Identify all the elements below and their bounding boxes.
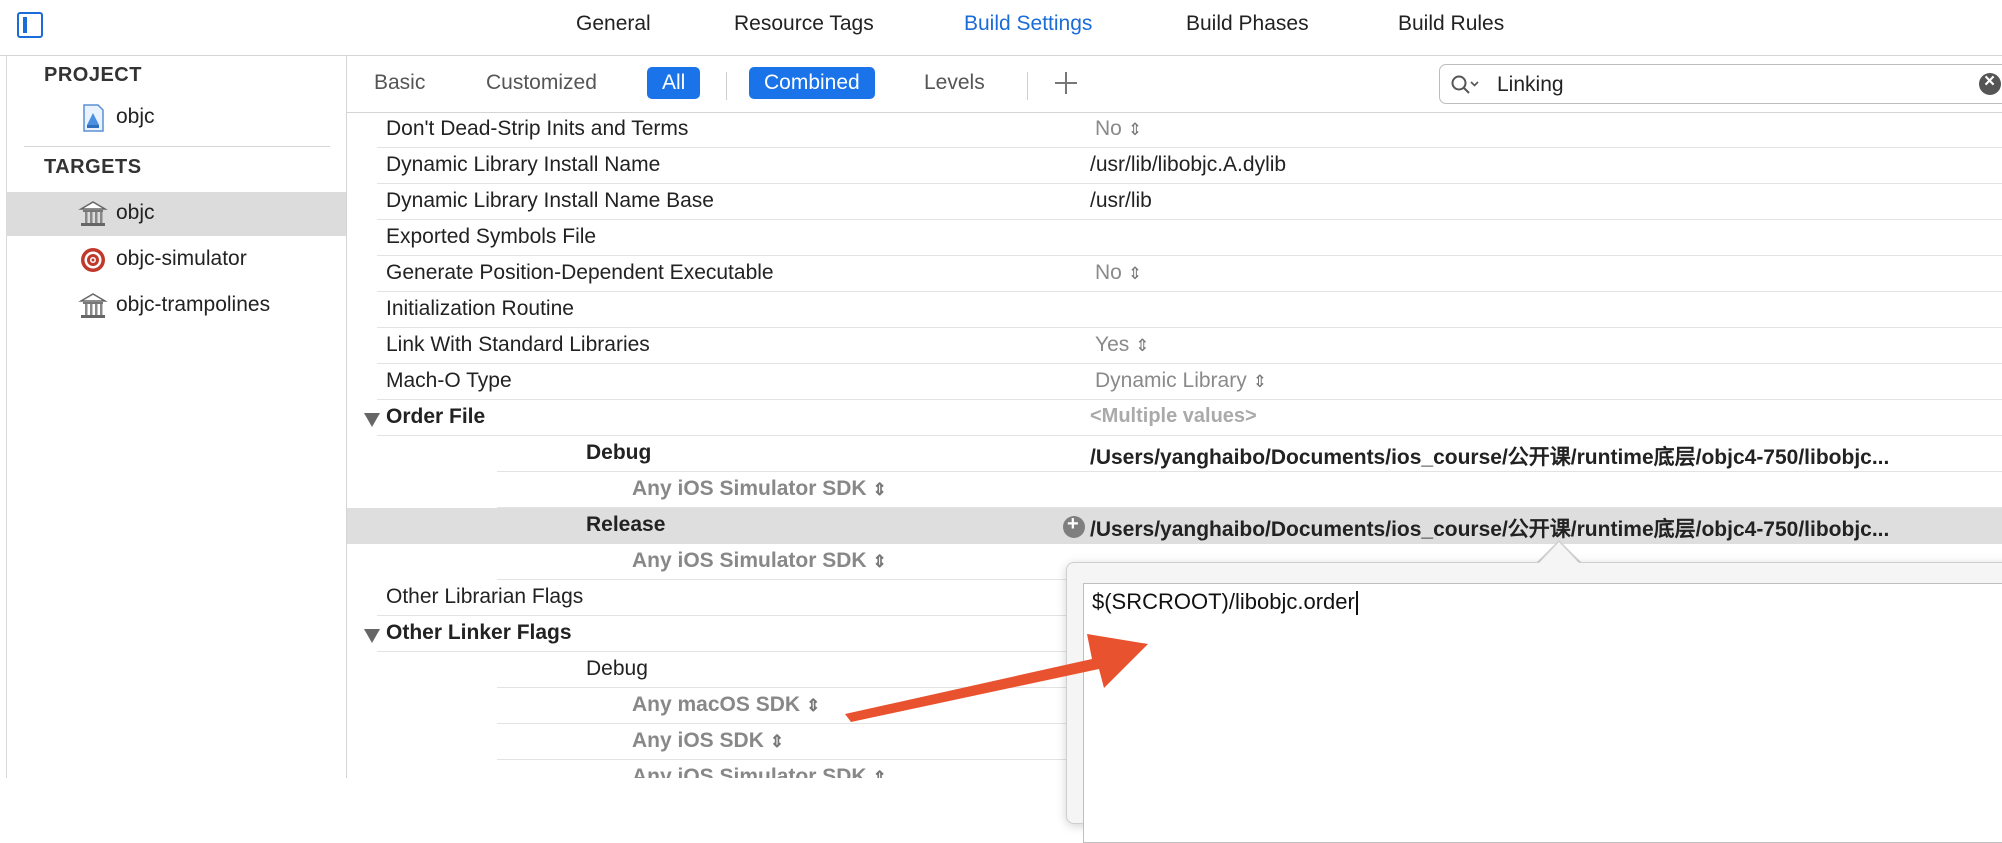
setting-name: Other Linker Flags: [386, 621, 572, 644]
setting-value[interactable]: No ⇕: [1095, 261, 1142, 285]
setting-name: Any iOS SDK ⇕: [632, 729, 785, 752]
filter-levels[interactable]: Levels: [924, 71, 985, 95]
setting-row[interactable]: Don't Dead-Strip Inits and Terms No ⇕: [347, 112, 2002, 148]
editor-tab-bar: General Resource Tags Build Settings Bui…: [0, 0, 2002, 56]
setting-name: Initialization Routine: [386, 297, 574, 320]
stepper-icon: ⇕: [872, 552, 887, 571]
setting-value[interactable]: /Users/yanghaibo/Documents/ios_course/公开…: [1090, 441, 2000, 471]
tab-build-rules[interactable]: Build Rules: [1398, 12, 1504, 36]
stepper-icon: ⇕: [1127, 120, 1143, 139]
tab-general[interactable]: General: [576, 12, 651, 36]
setting-config-row[interactable]: Release /Users/yanghaibo/Documents/ios_c…: [347, 508, 2002, 544]
setting-name: Order File: [386, 405, 486, 428]
popover-arrow-fill: [1539, 542, 1579, 563]
value-editor-popover: $(SRCROOT)/libobjc.order: [1066, 562, 2002, 843]
search-input[interactable]: [1495, 72, 1939, 98]
setting-row[interactable]: Initialization Routine: [347, 292, 2002, 328]
setting-name: Any iOS Simulator SDK ⇕: [632, 477, 887, 500]
sidebar-item-target-objc[interactable]: objc: [6, 192, 346, 236]
setting-name: Release: [586, 513, 666, 536]
target-framework-icon: [78, 201, 108, 226]
setting-name: Dynamic Library Install Name: [386, 153, 661, 176]
disclosure-triangle-icon[interactable]: [364, 629, 380, 643]
sidebar-toggle-icon[interactable]: [17, 12, 43, 38]
setting-name: Debug: [586, 657, 648, 680]
setting-row[interactable]: Dynamic Library Install Name Base /usr/l…: [347, 184, 2002, 220]
target-framework-icon: [78, 293, 108, 318]
sidebar-divider: [24, 146, 330, 147]
setting-row[interactable]: Link With Standard Libraries Yes ⇕: [347, 328, 2002, 364]
text-caret: [1355, 591, 1358, 616]
setting-name: Mach-O Type: [386, 369, 512, 392]
setting-value[interactable]: /Users/yanghaibo/Documents/ios_course/公开…: [1090, 513, 2000, 543]
tab-resource-tags[interactable]: Resource Tags: [734, 12, 874, 36]
setting-value[interactable]: Dynamic Library ⇕: [1095, 369, 1267, 393]
value-editor-textarea[interactable]: $(SRCROOT)/libobjc.order: [1083, 583, 2002, 843]
sidebar-item-label: objc: [116, 201, 155, 224]
stepper-icon: ⇕: [1127, 264, 1143, 283]
setting-value[interactable]: /usr/lib/libobjc.A.dylib: [1090, 153, 1286, 177]
project-navigator: PROJECT objc TARGETS objc objc-simulator: [0, 56, 347, 778]
setting-value[interactable]: <Multiple values>: [1090, 405, 1257, 428]
setting-name: Dynamic Library Install Name Base: [386, 189, 714, 212]
build-settings-filter-bar: Basic Customized All Combined Levels: [347, 56, 2002, 113]
clear-search-icon[interactable]: [1979, 71, 2001, 95]
disclosure-triangle-icon[interactable]: [364, 413, 380, 427]
setting-config-row[interactable]: Debug /Users/yanghaibo/Documents/ios_cou…: [347, 436, 2002, 472]
filter-basic[interactable]: Basic: [374, 71, 425, 95]
setting-row[interactable]: Mach-O Type Dynamic Library ⇕: [347, 364, 2002, 400]
targets-section-header: TARGETS: [44, 156, 142, 178]
stepper-icon: ⇕: [1252, 372, 1267, 391]
setting-name: Exported Symbols File: [386, 225, 597, 248]
setting-name: Debug: [586, 441, 652, 464]
setting-row[interactable]: Generate Position-Dependent Executable N…: [347, 256, 2002, 292]
tab-build-settings[interactable]: Build Settings: [964, 12, 1092, 36]
project-section-header: PROJECT: [44, 64, 142, 86]
sidebar-item-label: objc-simulator: [116, 247, 247, 270]
stepper-icon: ⇕: [806, 696, 821, 715]
setting-name: Link With Standard Libraries: [386, 333, 650, 356]
sidebar-item-project-objc[interactable]: objc: [6, 96, 346, 140]
setting-value[interactable]: Yes ⇕: [1095, 333, 1150, 357]
filter-all[interactable]: All: [647, 67, 701, 99]
setting-name: Don't Dead-Strip Inits and Terms: [386, 117, 689, 140]
filter-customized[interactable]: Customized: [486, 71, 597, 95]
setting-sdk-row[interactable]: Any iOS Simulator SDK ⇕: [347, 472, 2002, 508]
search-field[interactable]: [1439, 64, 2002, 104]
add-setting-button[interactable]: [1053, 70, 1079, 96]
sidebar-item-target-objc-trampolines[interactable]: objc-trampolines: [6, 284, 346, 328]
setting-name: Any iOS Simulator SDK ⇕: [632, 765, 887, 778]
stepper-icon: ⇕: [872, 768, 887, 778]
setting-group-row[interactable]: Order File <Multiple values>: [347, 400, 2002, 436]
setting-name: Any macOS SDK ⇕: [632, 693, 821, 716]
stepper-icon: ⇕: [1135, 336, 1150, 355]
stepper-icon: ⇕: [769, 732, 785, 751]
setting-row[interactable]: Exported Symbols File: [347, 220, 2002, 256]
target-app-icon: [81, 248, 105, 272]
add-condition-icon[interactable]: [1063, 513, 1085, 538]
value-editor-text[interactable]: $(SRCROOT)/libobjc.order: [1092, 589, 1358, 616]
project-file-icon: [83, 104, 104, 132]
search-icon: [1451, 75, 1479, 94]
sidebar-item-label: objc-trampolines: [116, 293, 271, 316]
stepper-icon: ⇕: [872, 480, 887, 499]
sidebar-item-target-objc-simulator[interactable]: objc-simulator: [6, 238, 346, 282]
tab-build-phases[interactable]: Build Phases: [1186, 12, 1309, 36]
setting-value[interactable]: No ⇕: [1095, 117, 1142, 141]
setting-name: Other Librarian Flags: [386, 585, 584, 608]
setting-name: Any iOS Simulator SDK ⇕: [632, 549, 887, 572]
filter-separator: [726, 72, 727, 100]
filter-combined[interactable]: Combined: [749, 67, 875, 99]
filter-separator: [1027, 72, 1028, 100]
setting-row[interactable]: Dynamic Library Install Name /usr/lib/li…: [347, 148, 2002, 184]
setting-value[interactable]: /usr/lib: [1090, 189, 1152, 213]
sidebar-item-label: objc: [116, 105, 155, 128]
setting-name: Generate Position-Dependent Executable: [386, 261, 774, 284]
